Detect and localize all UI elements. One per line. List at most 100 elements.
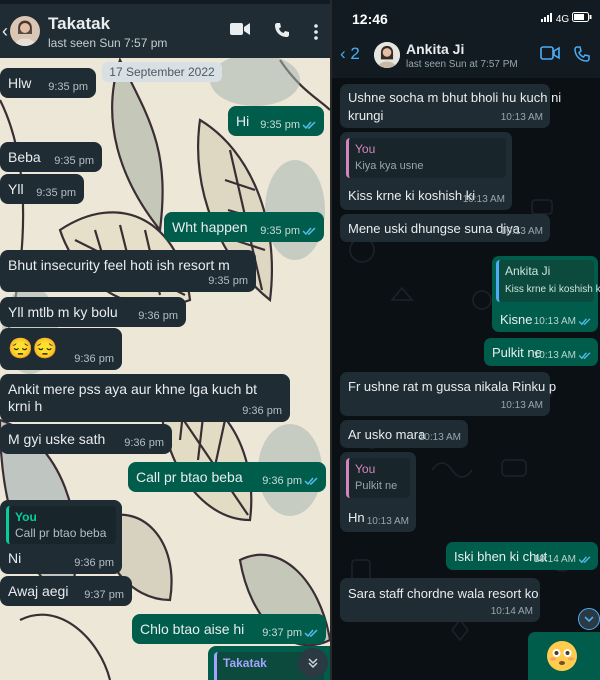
contact-name[interactable]: Takatak bbox=[48, 14, 110, 34]
message-text: Beba bbox=[8, 149, 41, 165]
network-type: 4G bbox=[555, 14, 570, 25]
quoted-text: Kiss krne ki koshish ki bbox=[505, 284, 600, 295]
message-text: M gyi uske sath bbox=[8, 431, 106, 447]
voice-call-icon[interactable] bbox=[574, 46, 590, 67]
left-chat-screenshot: ‹ Takatak last seen Sun 7:57 pm 17 Septe… bbox=[0, 0, 330, 680]
quoted-author: You bbox=[355, 142, 376, 156]
message-bubble[interactable]: Chlo btao aise hi 9:37 pm bbox=[132, 614, 326, 644]
back-arrow-icon[interactable]: ‹ bbox=[2, 22, 8, 40]
message-time: 9:35 pm bbox=[208, 275, 248, 287]
message-text: Hlw bbox=[8, 75, 32, 91]
message-text: Yll bbox=[8, 181, 24, 197]
message-time: 10:13 AM bbox=[533, 316, 576, 327]
message-time: 9:36 pm bbox=[138, 310, 178, 322]
message-time: 10:13 AM bbox=[533, 350, 576, 361]
quoted-reply[interactable]: Ankita Ji Kiss krne ki koshish ki bbox=[496, 260, 600, 302]
message-time: 9:36 pm bbox=[262, 475, 302, 487]
read-receipt-icon bbox=[302, 121, 316, 130]
message-text-line: Ushne socha m bhut bholi hu kuch ni bbox=[348, 90, 562, 105]
message-bubble[interactable]: Awaj aegi 9:37 pm bbox=[0, 576, 132, 606]
scroll-down-icon[interactable] bbox=[298, 648, 328, 678]
right-chat-screenshot: 12:46 4G ‹ 2 Ankita Ji last seen Sun at … bbox=[332, 0, 600, 680]
message-time: 10:13 AM bbox=[500, 226, 543, 237]
more-menu-icon[interactable] bbox=[314, 24, 318, 45]
message-bubble[interactable]: Pulkit ne 10:13 AM bbox=[484, 338, 598, 366]
message-bubble[interactable]: Call pr btao beba 9:36 pm bbox=[128, 462, 326, 492]
message-time: 10:13 AM bbox=[418, 432, 461, 443]
message-time: 9:35 pm bbox=[260, 119, 300, 131]
message-bubble[interactable]: 😔😔 9:36 pm bbox=[0, 328, 122, 370]
video-call-icon[interactable] bbox=[230, 22, 250, 41]
message-text: Fr ushne rat m gussa nikala Rinku p bbox=[348, 379, 557, 394]
message-text: Sara staff chordne wala resort ko bbox=[348, 586, 539, 601]
back-arrow-icon: ‹ bbox=[340, 44, 346, 63]
message-bubble[interactable]: Ar usko mara 10:13 AM bbox=[340, 420, 468, 448]
message-time: 9:37 pm bbox=[262, 627, 302, 639]
message-time: 9:35 pm bbox=[36, 187, 76, 199]
read-receipt-icon bbox=[578, 556, 591, 564]
scroll-down-icon[interactable] bbox=[578, 608, 600, 630]
message-text: Ar usko mara bbox=[348, 427, 426, 442]
status-bar bbox=[0, 0, 330, 4]
message-time: 10:14 AM bbox=[533, 554, 576, 565]
message-bubble[interactable]: Yll mtlb m ky bolu 9:36 pm bbox=[0, 297, 186, 327]
unread-count: 2 bbox=[350, 44, 360, 63]
quoted-reply[interactable]: You Pulkit ne bbox=[346, 458, 410, 498]
message-bubble[interactable]: Mene uski dhungse suna diya 10:13 AM bbox=[340, 214, 550, 242]
message-bubble[interactable]: Yll 9:35 pm bbox=[0, 174, 84, 204]
quoted-author: Ankita Ji bbox=[505, 264, 551, 278]
message-bubble[interactable]: Ushne socha m bhut bholi hu kuch ni krun… bbox=[340, 84, 561, 128]
message-text: Chlo btao aise hi bbox=[140, 621, 245, 637]
message-text-line: Ankit mere pss aya aur khne lga kuch bt bbox=[8, 381, 258, 397]
message-bubble[interactable]: You Kiya kya usne Kiss krne ki koshish k… bbox=[340, 132, 512, 210]
avatar[interactable] bbox=[374, 42, 400, 68]
battery-icon bbox=[572, 12, 592, 22]
back-button[interactable]: ‹ 2 bbox=[340, 44, 360, 64]
message-bubble[interactable]: Ankit mere pss aya aur khne lga kuch bt … bbox=[0, 374, 290, 422]
message-time: 10:14 AM bbox=[490, 606, 533, 617]
last-seen-status: last seen Sun 7:57 pm bbox=[48, 36, 168, 50]
message-bubble[interactable]: Wht happen 9:35 pm bbox=[164, 212, 324, 242]
message-bubble[interactable]: Ankita Ji Kiss krne ki koshish ki Kisne … bbox=[492, 256, 600, 332]
message-bubble[interactable]: Bhut insecurity feel hoti ish resort m 9… bbox=[0, 250, 256, 292]
message-bubble[interactable]: Hlw 9:35 pm bbox=[0, 68, 96, 98]
message-bubble[interactable] bbox=[528, 632, 600, 680]
contact-name[interactable]: Ankita Ji bbox=[406, 41, 464, 57]
video-call-icon[interactable] bbox=[540, 46, 560, 65]
right-chat-header: 12:46 4G ‹ 2 Ankita Ji last seen Sun at … bbox=[332, 0, 600, 78]
message-bubble[interactable]: Fr ushne rat m gussa nikala Rinku p 10:1… bbox=[340, 372, 556, 416]
message-bubble[interactable]: Iski bhen ki chut 10:14 AM bbox=[446, 542, 598, 570]
read-receipt-icon bbox=[578, 318, 591, 326]
message-bubble[interactable]: Hi 9:35 pm bbox=[228, 106, 324, 136]
left-chat-header: ‹ Takatak last seen Sun 7:57 pm bbox=[0, 0, 330, 58]
message-text: Ni bbox=[8, 550, 22, 566]
quoted-author: You bbox=[15, 510, 37, 524]
voice-call-icon[interactable] bbox=[274, 22, 290, 43]
message-text-line: krni h bbox=[8, 398, 43, 414]
status-indicators: 4G bbox=[541, 12, 592, 25]
message-text: Hn bbox=[348, 510, 365, 525]
quoted-author: You bbox=[355, 462, 376, 476]
read-receipt-icon bbox=[304, 477, 318, 486]
last-seen-status: last seen Sun at 7:57 PM bbox=[406, 59, 518, 70]
message-text: Wht happen bbox=[172, 219, 248, 235]
avatar[interactable] bbox=[10, 16, 40, 46]
message-bubble[interactable]: Beba 9:35 pm bbox=[0, 142, 102, 172]
message-time: 10:13 AM bbox=[500, 112, 543, 123]
message-bubble[interactable]: Sara staff chordne wala resort ko 10:14 … bbox=[340, 578, 540, 622]
quoted-text: Kiya kya usne bbox=[355, 160, 424, 172]
message-bubble[interactable]: You Call pr btao beba Ni 9:36 pm bbox=[0, 500, 122, 574]
quoted-reply[interactable]: You Call pr btao beba bbox=[6, 506, 116, 544]
message-text: Kiss krne ki koshish ki bbox=[348, 188, 476, 203]
quoted-reply[interactable]: You Kiya kya usne bbox=[346, 138, 506, 178]
message-time: 9:37 pm bbox=[84, 589, 124, 601]
message-time: 9:36 pm bbox=[74, 557, 114, 569]
status-time: 12:46 bbox=[352, 11, 388, 27]
message-bubble[interactable]: You Pulkit ne Hn 10:13 AM bbox=[340, 452, 416, 532]
message-time: 9:35 pm bbox=[54, 155, 94, 167]
signal-icon bbox=[541, 13, 553, 22]
message-time: 9:36 pm bbox=[74, 353, 114, 365]
message-emoji: 😔😔 bbox=[8, 338, 58, 360]
message-bubble[interactable]: M gyi uske sath 9:36 pm bbox=[0, 424, 172, 454]
quoted-author: Takatak bbox=[223, 656, 267, 670]
